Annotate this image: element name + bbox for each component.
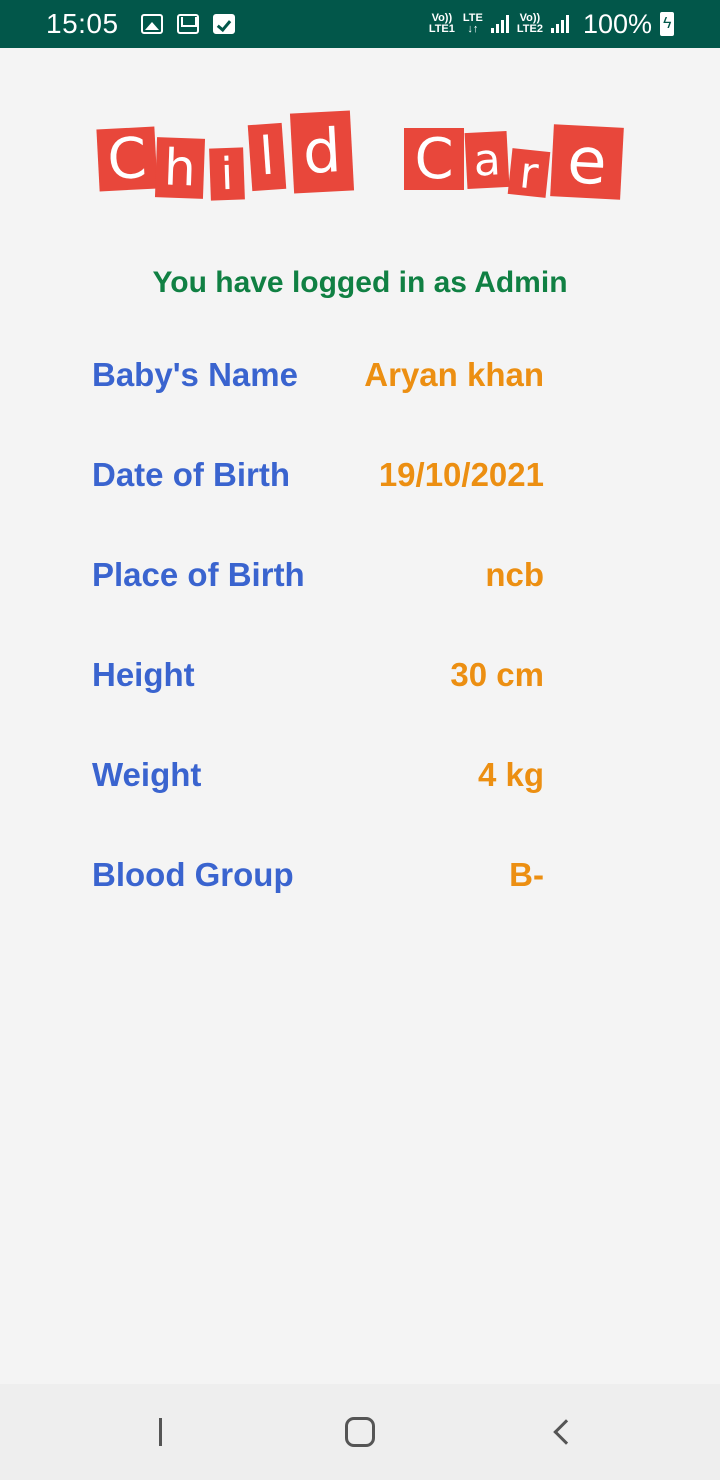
home-button[interactable] — [300, 1384, 420, 1480]
system-nav-bar — [0, 1384, 720, 1480]
image-icon — [140, 14, 163, 34]
logo-letter: C — [96, 126, 158, 192]
detail-row-baby-name: Baby's Name Aryan khan — [92, 356, 544, 400]
detail-row-weight: Weight 4 kg — [92, 756, 544, 800]
height-label: Height — [92, 656, 195, 693]
status-time: 15:05 — [46, 8, 119, 39]
lte-label: LTE ↓↑ — [463, 13, 483, 35]
notification-icons — [140, 14, 235, 34]
blood-group-label: Blood Group — [92, 856, 294, 893]
recent-apps-icon — [158, 1418, 162, 1446]
status-bar: 15:05 Vo)) LTE1 LTE ↓↑ Vo)) LTE2 100% — [0, 0, 720, 48]
logo-letter: h — [154, 137, 206, 199]
back-button[interactable] — [502, 1384, 622, 1480]
sim2-label: Vo)) LTE2 — [517, 13, 543, 35]
sim1-label: Vo)) LTE1 — [429, 13, 455, 35]
signal-icon-2 — [550, 15, 569, 33]
mail-icon — [176, 14, 199, 34]
logo-letter: e — [550, 124, 624, 200]
child-care-logo: C h i l d C a r e — [96, 110, 636, 210]
logo-letter: a — [464, 130, 510, 190]
height-value: 30 cm — [450, 656, 544, 693]
home-icon — [345, 1417, 375, 1447]
logo-letter: C — [404, 127, 464, 192]
sim2-lte-text: LTE2 — [516, 23, 543, 35]
logo-letter: i — [209, 147, 245, 201]
checkbox-icon — [212, 14, 235, 34]
place-of-birth-value: ncb — [485, 556, 544, 593]
date-of-birth-label: Date of Birth — [92, 456, 290, 493]
battery-charging-icon — [660, 12, 674, 36]
detail-row-height: Height 30 cm — [92, 656, 544, 700]
recent-apps-button[interactable] — [100, 1384, 220, 1480]
data-arrows-icon: ↓↑ — [467, 23, 479, 35]
weight-value: 4 kg — [477, 756, 544, 793]
blood-group-value: B- — [509, 856, 544, 893]
detail-row-place-of-birth: Place of Birth ncb — [92, 556, 544, 600]
logo-letter: r — [507, 147, 551, 199]
date-of-birth-value: 19/10/2021 — [378, 456, 544, 493]
logged-in-message: You have logged in as Admin — [152, 266, 568, 299]
baby-name-label: Baby's Name — [92, 356, 298, 393]
signal-icon-1 — [490, 15, 509, 33]
sim1-lte-text: LTE1 — [428, 23, 455, 35]
weight-label: Weight — [92, 756, 202, 793]
detail-row-date-of-birth: Date of Birth 19/10/2021 — [92, 456, 544, 500]
logo-letter: d — [289, 110, 355, 194]
status-indicators: Vo)) LTE1 LTE ↓↑ Vo)) LTE2 100% — [429, 9, 674, 40]
logo-letter: l — [247, 122, 287, 192]
back-icon — [553, 1419, 579, 1445]
battery-percentage: 100% — [582, 8, 652, 39]
baby-name-value: Aryan khan — [364, 356, 544, 393]
detail-row-blood-group: Blood Group B- — [92, 856, 544, 900]
place-of-birth-label: Place of Birth — [92, 556, 305, 593]
